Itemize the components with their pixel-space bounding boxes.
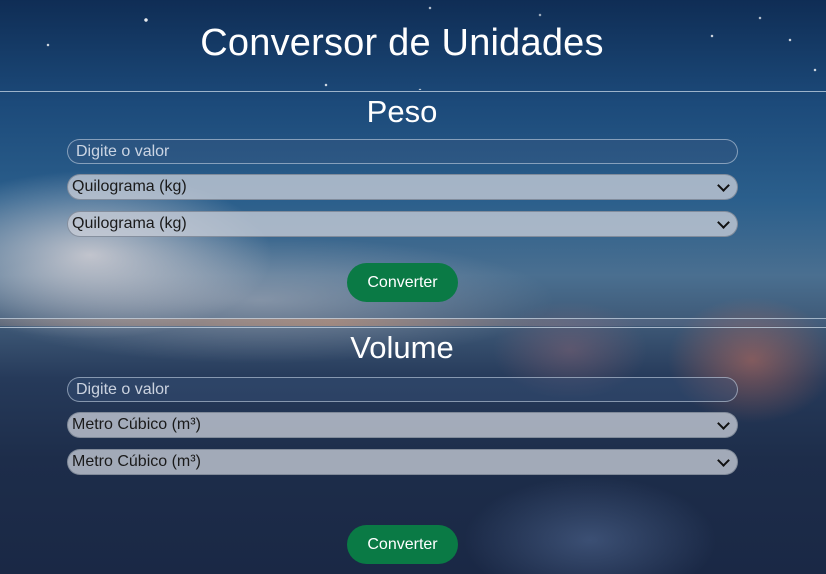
volume-section: Volume Metro Cúbico (m³) Metro Cúbico (m…: [0, 327, 826, 574]
chevron-down-icon: [717, 178, 730, 192]
volume-from-unit-value: Metro Cúbico (m³): [72, 416, 201, 433]
volume-convert-button[interactable]: Converter: [347, 525, 458, 564]
chevron-down-icon: [717, 416, 730, 430]
page-title: Conversor de Unidades: [200, 22, 604, 64]
background-horizon: [0, 318, 826, 326]
peso-from-unit-value: Quilograma (kg): [72, 178, 187, 195]
peso-convert-button[interactable]: Converter: [347, 263, 458, 302]
chevron-down-icon: [717, 453, 730, 467]
chevron-down-icon: [717, 215, 730, 229]
section-title-peso: Peso: [366, 94, 438, 129]
peso-to-unit-select[interactable]: Quilograma (kg): [67, 211, 738, 237]
peso-section: Peso Quilograma (kg) Quilograma (kg) Con…: [0, 91, 826, 319]
peso-from-unit-select[interactable]: Quilograma (kg): [67, 174, 738, 200]
volume-to-unit-select[interactable]: Metro Cúbico (m³): [67, 449, 738, 475]
volume-from-unit-select[interactable]: Metro Cúbico (m³): [67, 412, 738, 438]
volume-value-input[interactable]: [67, 377, 738, 402]
peso-to-unit-value: Quilograma (kg): [72, 215, 187, 232]
section-title-volume: Volume: [350, 330, 454, 365]
volume-to-unit-value: Metro Cúbico (m³): [72, 453, 201, 470]
peso-value-input[interactable]: [67, 139, 738, 164]
